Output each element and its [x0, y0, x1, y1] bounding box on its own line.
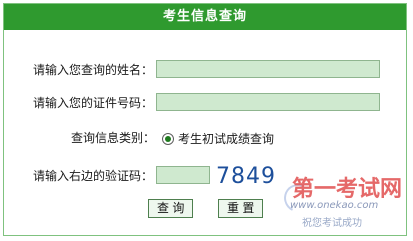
name-input[interactable]: [156, 60, 380, 78]
watermark-slogan: 祝您考试成功: [302, 218, 362, 229]
query-type-label: 查询信息类别：: [71, 131, 156, 145]
watermark-url: www.onekao.com: [290, 200, 379, 211]
student-info-query-panel: 考生信息查询 请输入您查询的姓名： 请输入您的证件号码： 查询信息类别： 考生初…: [3, 3, 407, 236]
radio-dot-icon: [165, 135, 171, 142]
radio-selected-icon[interactable]: [162, 132, 174, 145]
id-number-label: 请输入您的证件号码：: [33, 96, 154, 110]
panel-title: 考生信息查询: [4, 4, 406, 30]
reset-button[interactable]: 重 置: [218, 199, 264, 218]
captcha-input[interactable]: [156, 166, 210, 184]
name-label: 请输入您查询的姓名：: [33, 63, 154, 77]
query-type-radio-group[interactable]: 考生初试成绩查询: [162, 130, 274, 147]
captcha-image-text: 7849: [216, 164, 276, 189]
captcha-label: 请输入右边的验证码：: [33, 169, 154, 183]
query-button[interactable]: 查 询: [148, 199, 194, 218]
query-type-option-label[interactable]: 考生初试成绩查询: [178, 130, 274, 147]
id-number-input[interactable]: [156, 93, 380, 111]
watermark-title: 第一考试网: [292, 177, 403, 202]
